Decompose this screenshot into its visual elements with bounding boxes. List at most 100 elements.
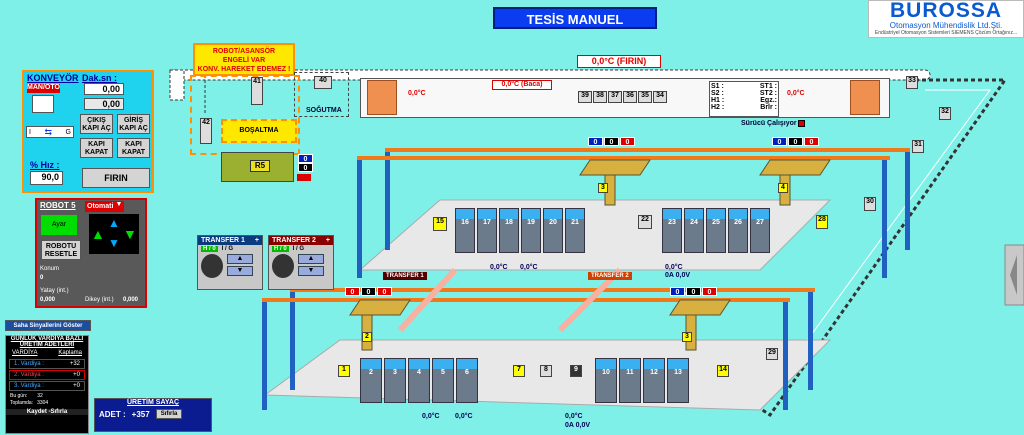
man-oto-button[interactable]: MAN/OTO: [27, 84, 60, 93]
station-31[interactable]: 31: [912, 140, 924, 153]
oven-door-left[interactable]: [367, 80, 397, 115]
position-label: Konum: [40, 266, 60, 272]
transfer2-tag[interactable]: TRANSFER 2: [588, 272, 632, 280]
chevron-down-icon[interactable]: ▼: [114, 201, 124, 212]
oven-cell[interactable]: 35: [638, 91, 652, 103]
speed-input[interactable]: 90,0: [30, 171, 63, 185]
station-9[interactable]: 9: [570, 365, 582, 377]
lower-power: 0A 0,0V: [565, 422, 591, 429]
station-28[interactable]: 28: [816, 215, 828, 229]
down-arrow-icon[interactable]: ▼: [227, 266, 253, 276]
down-arrow-icon[interactable]: ▼: [298, 266, 324, 276]
oven-door-right[interactable]: [850, 80, 880, 115]
count-value: +357: [131, 409, 150, 419]
tank-10[interactable]: 10: [595, 358, 617, 403]
tank-20[interactable]: 20: [543, 208, 563, 253]
manual-mode-icon[interactable]: [32, 95, 54, 113]
station-22[interactable]: 22: [638, 215, 652, 229]
tank-3[interactable]: 3: [384, 358, 406, 403]
robot3-number: 3: [598, 183, 608, 193]
warning-line2: ENGELİ VAR: [222, 57, 266, 64]
tank-26[interactable]: 26: [728, 208, 748, 253]
station-7[interactable]: 7: [513, 365, 525, 377]
tank-17[interactable]: 17: [477, 208, 497, 253]
tank-19[interactable]: 19: [521, 208, 541, 253]
conveyor-panel: KONVEYÖR MAN/OTO I ⇆ G Dak.sn : 0,00 0,0…: [22, 70, 154, 193]
plus-icon[interactable]: +: [326, 237, 330, 244]
oven-button[interactable]: FIRIN: [82, 168, 150, 188]
shift-value: +0: [73, 383, 80, 389]
tank-25[interactable]: 25: [706, 208, 726, 253]
robot5-reset-button[interactable]: ROBOTU RESETLE: [41, 240, 81, 260]
total-label: Toplamda:: [10, 400, 34, 406]
rotate-up-icon[interactable]: ▲: [107, 216, 121, 230]
oven-cell[interactable]: 38: [593, 91, 607, 103]
tank-21[interactable]: 21: [565, 208, 585, 253]
transfer1-hm-label: H / 0: [201, 246, 218, 252]
oven-cell[interactable]: 39: [578, 91, 592, 103]
r5-led: [297, 174, 311, 181]
tank-4[interactable]: 4: [408, 358, 430, 403]
up-arrow-icon[interactable]: ▲: [298, 254, 324, 264]
driver-running-label: Sürücü Çalışıyor :: [741, 120, 801, 127]
tank-18[interactable]: 18: [499, 208, 519, 253]
station-30[interactable]: 30: [864, 197, 876, 211]
tank-24[interactable]: 24: [684, 208, 704, 253]
up-arrow-icon[interactable]: ▲: [227, 254, 253, 264]
transfer1-panel: TRANSFER 1 + H / 0 I / G ▲ ▼: [197, 235, 263, 290]
today-value: 32: [37, 393, 43, 399]
tank-13[interactable]: 13: [667, 358, 689, 403]
tank-16[interactable]: 16: [455, 208, 475, 253]
station-14[interactable]: 14: [717, 365, 729, 377]
transfer2-panel: TRANSFER 2 + H / 0 I / G ▲ ▼: [268, 235, 334, 290]
robot3-badges: 0 0 0: [588, 137, 635, 146]
transfer1-tag[interactable]: TRANSFER 1: [383, 272, 427, 280]
robot5-mode-select[interactable]: Otomatik: [85, 201, 117, 212]
tank-2[interactable]: 2: [360, 358, 382, 403]
exit-door-close-button[interactable]: KAPI KAPAT: [80, 138, 113, 158]
rotate-down-icon[interactable]: ▼: [107, 236, 121, 250]
lower-temp-3: 0,0°C: [565, 413, 583, 420]
oven-cell[interactable]: 37: [608, 91, 622, 103]
lower-tank-group-2: 10 11 12 13: [595, 358, 689, 403]
egz-label: Egz.:: [760, 97, 777, 104]
show-field-signals-button[interactable]: Saha Sinyallerini Göster: [5, 320, 91, 331]
oven-cell[interactable]: 34: [653, 91, 667, 103]
station-1[interactable]: 1: [338, 365, 350, 377]
entry-door-close-button[interactable]: KAPI KAPAT: [117, 138, 150, 158]
transfer1-selector-knob[interactable]: [201, 254, 223, 278]
oven-cell[interactable]: 36: [623, 91, 637, 103]
station-8[interactable]: 8: [540, 365, 552, 377]
robot2-badges: 0 0 0: [670, 287, 717, 296]
entry-door-open-button[interactable]: GİRİŞ KAPI AÇ: [117, 114, 150, 134]
station-33[interactable]: 33: [906, 76, 918, 89]
horizontal-label: Yatay (int.): [40, 288, 69, 294]
upper-temp-1: 0,0°C: [490, 264, 508, 271]
save-reset-button[interactable]: Kaydet -Sıfırla: [6, 409, 88, 415]
oven-right-temp: 0,0°C: [787, 90, 805, 97]
station-42[interactable]: 42: [200, 118, 212, 144]
station-29[interactable]: 29: [766, 348, 778, 360]
duration-input-1[interactable]: 0,00: [84, 83, 124, 95]
robot5-status: Ayar: [41, 215, 77, 235]
st2-label: ST2 :: [759, 90, 777, 97]
tank-5[interactable]: 5: [432, 358, 454, 403]
tank-6[interactable]: 6: [456, 358, 478, 403]
exit-door-open-button[interactable]: ÇIKIŞ KAPI AÇ: [80, 114, 113, 134]
station-15[interactable]: 15: [433, 217, 447, 231]
tank-27[interactable]: 27: [750, 208, 770, 253]
up-arrow-icon[interactable]: ▲: [91, 226, 105, 242]
tank-11[interactable]: 11: [619, 358, 641, 403]
tank-23[interactable]: 23: [662, 208, 682, 253]
station-41[interactable]: 41: [251, 77, 263, 105]
driver-status-led: [798, 120, 805, 127]
robot2-number: 2: [362, 332, 372, 342]
station-32[interactable]: 32: [939, 107, 951, 120]
down-arrow-icon[interactable]: ▼: [123, 226, 137, 242]
plus-icon[interactable]: +: [255, 237, 259, 244]
counter-reset-button[interactable]: Sıfırla: [155, 409, 183, 419]
upper-temp-3: 0,0°C: [665, 264, 683, 271]
tank-12[interactable]: 12: [643, 358, 665, 403]
direction-selector[interactable]: I ⇆ G: [26, 126, 74, 138]
transfer2-selector-knob[interactable]: [272, 254, 294, 278]
